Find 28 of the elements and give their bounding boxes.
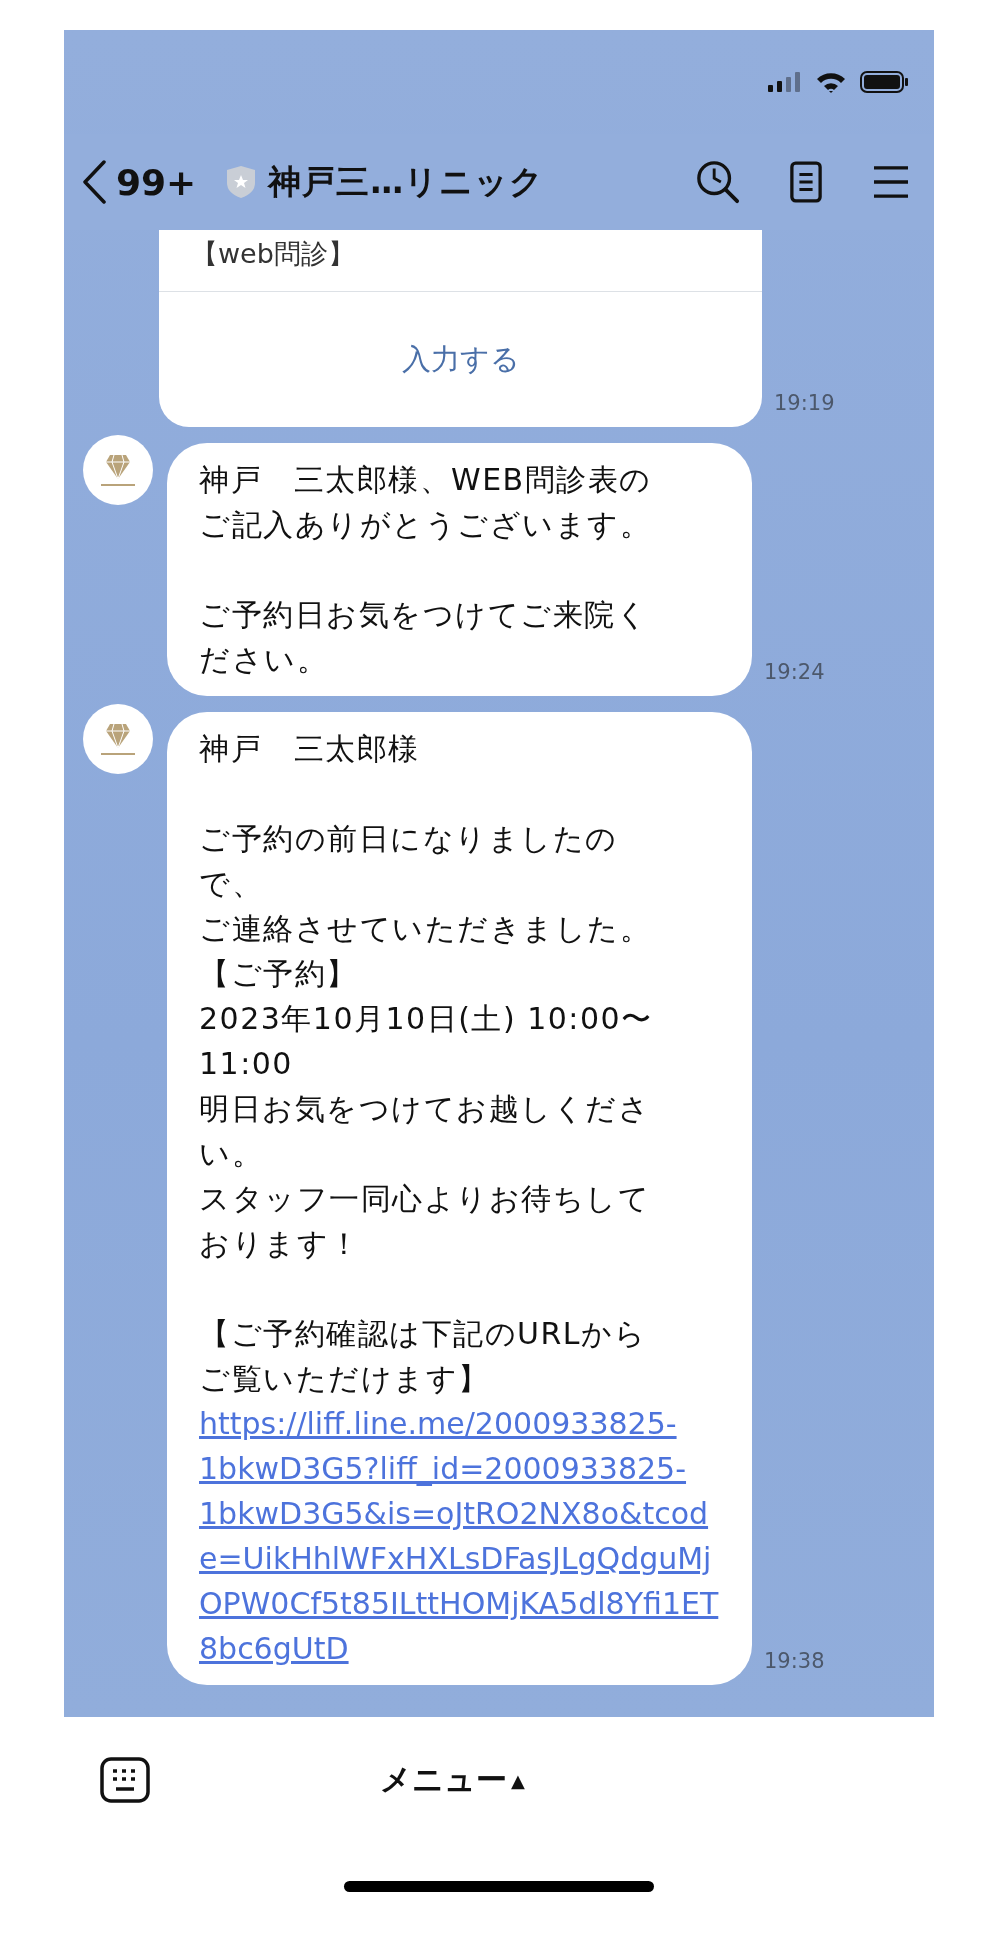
input-button[interactable]: 入力する xyxy=(159,292,762,427)
card-title: 【web問診】 xyxy=(159,230,762,292)
message-text: 【ご予約】 xyxy=(199,955,359,993)
message-time: 19:24 xyxy=(764,660,825,684)
document-icon[interactable] xyxy=(790,160,822,204)
menu-icon[interactable] xyxy=(872,165,910,199)
url-link[interactable]: https://liff.line.me/2000933825-1bkwD3G5?liff_id=2000933825-1bkwD3G5&is=oJtRO2NX8o&tcode=UikHhlWFxHXLsDFasJLgQdguMjOPW0Cf5t85ILttHOMjKA5dl8Yfi1ET8bc6gUtD xyxy=(199,1401,724,1671)
back-icon[interactable] xyxy=(82,160,106,204)
message-text: ご連絡させていただきました。 xyxy=(199,910,652,948)
message-time: 19:19 xyxy=(774,391,835,415)
search-icon[interactable] xyxy=(696,160,740,204)
message-text: 神戸 三太郎様、WEB問診表のご記入ありがとうございます。 xyxy=(199,461,653,544)
chat-title: 神戸三…リニック xyxy=(268,160,545,203)
message-text: 【ご予約確認は下記のURLからご覧いただけます】 xyxy=(199,1315,648,1398)
signal-icon xyxy=(768,72,802,92)
wifi-icon xyxy=(816,71,846,93)
unread-count[interactable]: 99+ xyxy=(116,161,197,203)
keyboard-icon[interactable] xyxy=(100,1757,150,1803)
message-text: ご予約の前日になりましたので、 xyxy=(199,820,619,903)
message-text: スタッフ一同心よりお待ちしております！ xyxy=(199,1180,651,1263)
message-text: ご予約日お気をつけてご来院ください。 xyxy=(199,596,649,679)
message-text: 明日お気をつけてお越しください。 xyxy=(199,1090,651,1173)
battery-icon xyxy=(860,71,908,93)
message-text: 2023年10月10日(土) 10:00〜11:00 xyxy=(199,1000,654,1083)
menu-button[interactable]: メニュー▲ xyxy=(380,1759,525,1801)
shield-icon xyxy=(226,165,257,199)
message-text: 神戸 三太郎様 xyxy=(199,730,421,768)
message-time: 19:38 xyxy=(764,1649,825,1673)
